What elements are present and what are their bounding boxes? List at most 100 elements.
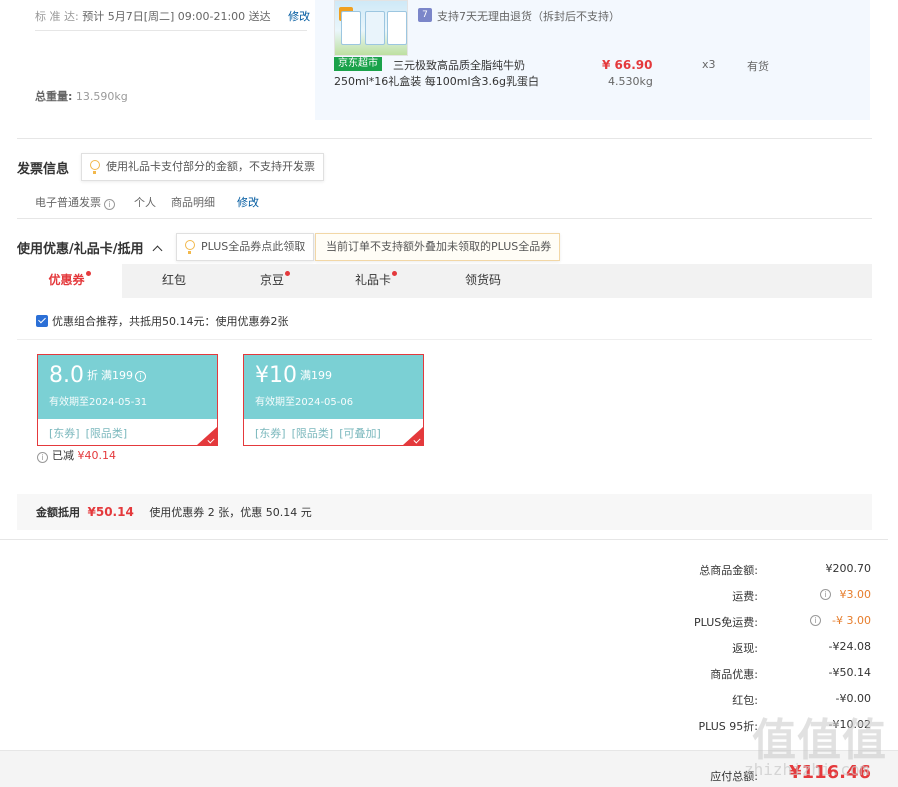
coupon-value: 8.0: [49, 363, 84, 388]
deduct-value: ¥50.14: [87, 505, 134, 519]
invoice-tip: 使用礼品卡支付部分的金额，不支持开发票: [81, 153, 324, 181]
sum-label: 总商品金额:: [699, 564, 758, 577]
reduced-label: 已减: [52, 449, 74, 462]
selected-corner: [197, 427, 217, 445]
watermark-logo: 值值值: [752, 715, 887, 766]
milk-box: [387, 11, 407, 45]
coupon-threshold: 满199: [300, 369, 332, 382]
invoice-tip-text: 使用礼品卡支付部分的金额，不支持开发票: [106, 160, 315, 173]
plus-coupon-warning: 当前订单不支持额外叠加未领取的PLUS全品券: [315, 233, 561, 261]
return-policy-icon: 7: [418, 8, 432, 22]
deduct-desc: 使用优惠券 2 张，优惠 50.14 元: [149, 506, 312, 519]
sum-value: ¥3.00: [839, 588, 872, 601]
invoice-title: 发票信息: [17, 162, 70, 177]
tab-label: 优惠券: [48, 273, 85, 287]
divider: [35, 30, 307, 31]
coupon-value: ¥10: [255, 363, 297, 388]
invoice-content: 商品明细: [171, 196, 215, 209]
invoice-type-text: 电子普通发票: [35, 196, 101, 209]
dot-icon: [285, 271, 290, 276]
sum-label: 商品优惠:: [710, 668, 758, 681]
deduct-label: 金额抵用: [36, 506, 80, 519]
plus-coupon-tip-text: PLUS全品券点此领取: [201, 240, 306, 253]
coupon-tags: [东券] [限品类]: [49, 425, 133, 441]
store-tag: 京东超市: [334, 57, 382, 71]
checkbox-checked-icon[interactable]: [36, 315, 48, 327]
sum-label: PLUS免运费:: [694, 616, 758, 629]
delivery-modify-link[interactable]: 修改: [288, 10, 310, 23]
coupon-amount: 8.0 折满199 i: [49, 363, 146, 388]
milk-box: [341, 11, 361, 45]
divider: [0, 539, 888, 540]
product-price: ¥ 66.90: [602, 58, 653, 72]
tab-pickup-code[interactable]: 领货码: [428, 264, 538, 298]
lightbulb-icon: [90, 160, 100, 174]
invoice-holder: 个人: [134, 196, 156, 209]
sum-value: ¥200.70: [825, 562, 872, 575]
tab-label: 红包: [161, 273, 186, 287]
coupon-header: ¥10 满199 有效期至2024-05-06: [244, 355, 423, 419]
deduct-summary: 金额抵用 ¥50.14 使用优惠券 2 张，优惠 50.14 元: [36, 504, 312, 520]
product-stock: 有货: [747, 60, 769, 73]
sum-label: PLUS 95折:: [698, 720, 758, 733]
tab-label: 京豆: [259, 273, 284, 287]
coupon-tag: [限品类]: [85, 427, 128, 440]
coupon-unit: 折: [87, 369, 98, 382]
coupon-tag: [东券]: [255, 427, 286, 440]
combo-recommend[interactable]: 优惠组合推荐，共抵用50.14元：使用优惠券2张: [36, 313, 289, 329]
coupon-tags: [东券] [限品类] [可叠加]: [255, 425, 387, 441]
divider: [17, 218, 872, 219]
delivery-time: 预计 5月7日[周二] 09:00-21:00 送达: [82, 10, 271, 23]
weight-label: 总重量:: [35, 90, 73, 103]
dot-icon: [392, 271, 397, 276]
discount-title-text: 使用优惠/礼品卡/抵用: [17, 242, 144, 257]
lightbulb-icon: [185, 240, 195, 254]
coupon-tag: [东券]: [49, 427, 80, 440]
tab-coupons[interactable]: 优惠券: [17, 264, 122, 298]
product-spec[interactable]: 250ml*16礼盒装 每100ml含3.6g乳蛋白: [334, 73, 539, 89]
coupon-header: 8.0 折满199 i 有效期至2024-05-31: [38, 355, 217, 419]
return-policy-text: 支持7天无理由退货（拆封后不支持）: [437, 10, 620, 23]
dot-icon: [85, 271, 91, 276]
sum-label: 运费:: [732, 590, 758, 603]
combo-text: 优惠组合推荐，共抵用50.14元：使用优惠券2张: [52, 315, 289, 328]
chevron-up-icon[interactable]: [152, 245, 163, 256]
divider: [17, 138, 872, 139]
coupon-amount: ¥10 满199: [255, 363, 332, 388]
coupon-card[interactable]: 8.0 折满199 i 有效期至2024-05-31 [东券] [限品类]: [37, 354, 218, 446]
sum-value: -¥24.08: [828, 640, 871, 653]
info-icon[interactable]: i: [104, 199, 115, 210]
invoice-modify-link[interactable]: 修改: [237, 194, 259, 210]
divider: [17, 339, 872, 340]
watermark-url: zhizhizhi.com: [744, 760, 870, 779]
milk-box: [365, 11, 385, 45]
product-name[interactable]: 三元极致高品质全脂纯牛奶: [393, 57, 525, 73]
coupon-threshold: 满199: [101, 369, 133, 382]
tab-jingdou[interactable]: 京豆: [226, 264, 324, 298]
info-icon[interactable]: i: [37, 452, 48, 463]
info-icon[interactable]: i: [135, 371, 146, 382]
reduced-value: ¥40.14: [77, 449, 117, 462]
tab-red-envelope[interactable]: 红包: [122, 264, 226, 298]
sum-label: 返现:: [732, 642, 758, 655]
sum-value: -¥ 3.00: [832, 614, 871, 627]
product-image[interactable]: [334, 0, 408, 56]
tab-label: 领货码: [464, 273, 501, 287]
coupon-expiry: 有效期至2024-05-06: [255, 397, 354, 408]
info-icon[interactable]: i: [820, 589, 831, 600]
coupon-card[interactable]: ¥10 满199 有效期至2024-05-06 [东券] [限品类] [可叠加]: [243, 354, 424, 446]
coupon-tag: [可叠加]: [339, 427, 381, 440]
total-weight: 总重量: 13.590kg: [35, 88, 128, 104]
plus-coupon-tip[interactable]: PLUS全品券点此领取: [176, 233, 315, 261]
weight-value: 13.590kg: [75, 90, 128, 103]
coupon-reduced: i 已减 ¥40.14: [37, 447, 116, 463]
selected-corner: [403, 427, 423, 445]
tab-gift-card[interactable]: 礼品卡: [324, 264, 428, 298]
invoice-type: 电子普通发票 i: [35, 194, 115, 210]
tab-label: 礼品卡: [354, 273, 391, 287]
info-icon[interactable]: i: [810, 615, 821, 626]
product-quantity: x3: [702, 58, 716, 71]
discount-title[interactable]: 使用优惠/礼品卡/抵用: [17, 238, 163, 257]
coupon-expiry: 有效期至2024-05-31: [49, 397, 148, 408]
delivery-label: 标 准 达:: [35, 10, 79, 23]
